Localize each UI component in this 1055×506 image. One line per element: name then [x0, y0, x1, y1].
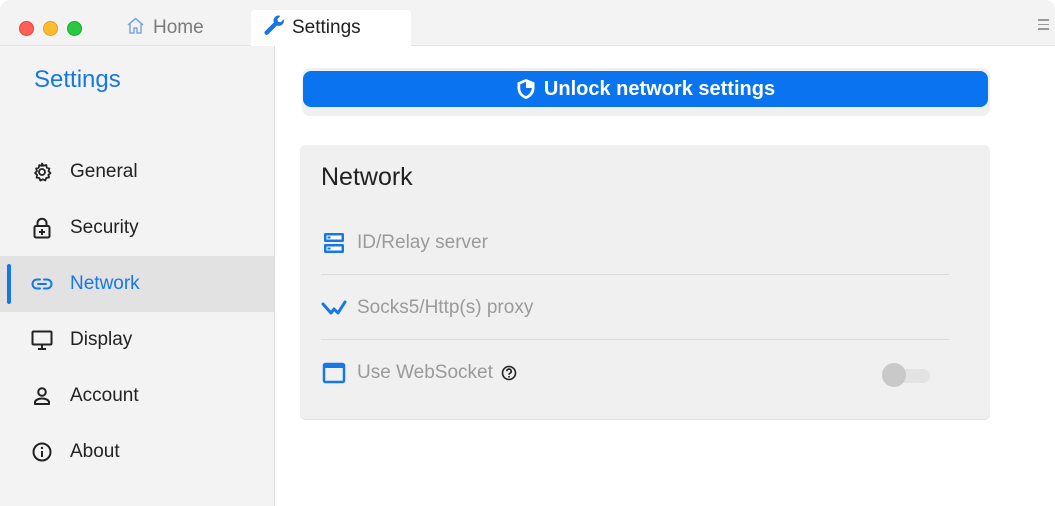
tab-settings[interactable]: Settings: [251, 10, 411, 46]
sidebar-item-display[interactable]: Display: [0, 312, 274, 368]
sidebar-item-about[interactable]: About: [0, 424, 274, 480]
sidebar-item-network[interactable]: Network: [0, 256, 274, 312]
wrench-icon: [263, 14, 285, 42]
tab-settings-label: Settings: [292, 17, 361, 38]
card-title: Network: [321, 163, 413, 191]
proxy-icon: [321, 295, 347, 321]
sidebar-item-label: Account: [70, 385, 139, 406]
sidebar-item-label: General: [70, 161, 138, 182]
row-label: ID/Relay server: [357, 232, 488, 253]
sidebar-item-label: About: [70, 441, 120, 462]
tab-home[interactable]: Home: [126, 10, 204, 46]
sidebar-item-label: Security: [70, 217, 139, 238]
id-relay-server-row[interactable]: ID/Relay server: [321, 211, 949, 275]
row-label: Socks5/Http(s) proxy: [357, 297, 534, 318]
network-card: Network ID/Relay server Socks5/Http(s) p…: [300, 145, 990, 419]
home-icon: [126, 17, 145, 40]
gear-icon: [31, 161, 53, 183]
menu-icon[interactable]: [1038, 19, 1049, 30]
socks5-proxy-row[interactable]: Socks5/Http(s) proxy: [321, 276, 949, 340]
divider: [321, 339, 949, 340]
websocket-toggle[interactable]: [882, 363, 930, 387]
monitor-icon: [31, 329, 53, 351]
server-icon: [321, 230, 347, 256]
unlock-network-settings-button[interactable]: Unlock network settings: [303, 71, 988, 107]
toggle-knob: [882, 363, 906, 387]
title-bar: Home Settings: [0, 0, 1055, 46]
maximize-window-button[interactable]: [67, 21, 82, 36]
main-content: Unlock network settings Network ID/Relay…: [275, 46, 1055, 506]
window-icon: [321, 360, 347, 386]
sidebar-item-label: Display: [70, 329, 133, 350]
sidebar-item-general[interactable]: General: [0, 144, 274, 200]
sidebar-item-account[interactable]: Account: [0, 368, 274, 424]
row-label: Use WebSocket: [357, 362, 493, 383]
close-window-button[interactable]: [19, 21, 34, 36]
help-icon[interactable]: [501, 365, 517, 381]
shield-icon: [516, 78, 536, 100]
person-icon: [31, 385, 53, 407]
info-icon: [31, 441, 53, 463]
sidebar: Settings General Security Network Displa…: [0, 46, 275, 506]
sidebar-item-label: Network: [70, 273, 140, 294]
sidebar-item-security[interactable]: Security: [0, 200, 274, 256]
unlock-button-label: Unlock network settings: [543, 77, 776, 100]
divider: [321, 274, 949, 275]
link-icon: [31, 273, 53, 295]
app-window: Home Settings Settings General Security: [0, 0, 1055, 506]
tab-home-label: Home: [153, 17, 204, 38]
sidebar-title: Settings: [34, 66, 121, 93]
lock-icon: [31, 217, 53, 239]
use-websocket-row: Use WebSocket: [321, 341, 949, 405]
minimize-window-button[interactable]: [43, 21, 58, 36]
unlock-panel: Unlock network settings: [302, 68, 990, 116]
